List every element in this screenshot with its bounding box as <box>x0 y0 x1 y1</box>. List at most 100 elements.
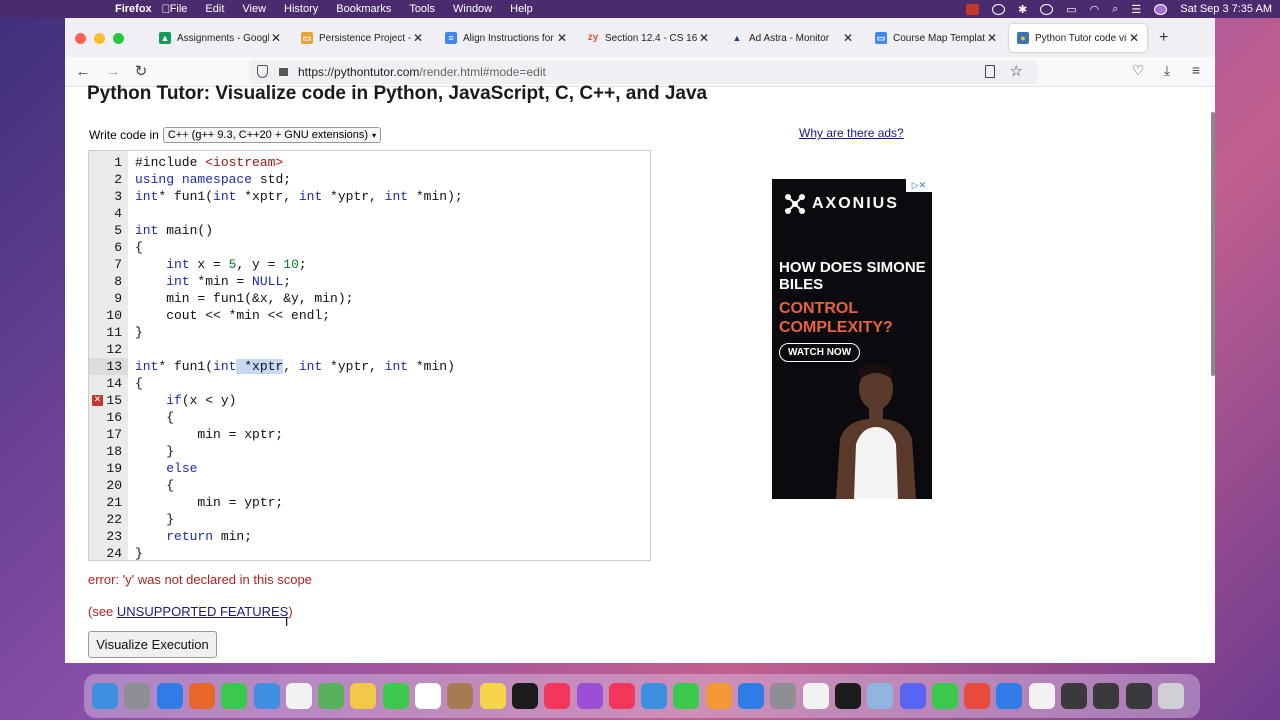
new-tab-icon[interactable]: + <box>1159 29 1168 47</box>
code-line[interactable]: 8 int *min = NULL; <box>89 273 650 290</box>
launchpad-icon[interactable] <box>124 683 151 709</box>
code-line[interactable]: 2 using namespace std; <box>89 171 650 188</box>
code-line[interactable]: 10 cout << *min << endl; <box>89 307 650 324</box>
advertisement[interactable]: ▷✕ AXONIUS HOW DOES SIMONE BILES CONTROL… <box>772 179 932 499</box>
mail-icon[interactable] <box>253 683 280 709</box>
code-line[interactable]: 3 int* fun1(int *xptr, int *yptr, int *mi… <box>89 188 650 205</box>
code-line[interactable]: 15 if(x < y) ✕ <box>89 392 650 409</box>
code-line[interactable]: 20 { <box>89 477 650 494</box>
code-line[interactable]: 11} <box>89 324 650 341</box>
notes-icon[interactable] <box>479 683 506 709</box>
code-line[interactable]: 6{ <box>89 239 650 256</box>
bluetooth-icon[interactable]: ✱ <box>1018 3 1027 16</box>
tab-persistence-project[interactable]: ▭ Persistence Project - To ✕ <box>293 24 431 52</box>
back-icon[interactable]: ← <box>73 62 93 82</box>
trash-icon[interactable] <box>1157 683 1184 709</box>
close-window-button[interactable] <box>75 33 86 44</box>
code-line[interactable]: 14 { <box>89 375 650 392</box>
code-line[interactable]: 1 #include <iostream> <box>89 154 650 171</box>
play-icon[interactable] <box>1040 3 1054 15</box>
code-line[interactable]: 4 <box>89 205 650 222</box>
url-text[interactable]: https://pythontutor.com/render.html#mode… <box>298 65 546 79</box>
screenshot-icon[interactable] <box>1061 683 1087 709</box>
vscode-icon[interactable] <box>996 683 1023 709</box>
news-icon[interactable] <box>608 683 635 709</box>
code-line[interactable]: 21 min = yptr; <box>89 494 650 511</box>
chrome-icon[interactable] <box>964 683 991 709</box>
menu-clock[interactable]: Sat Sep 3 7:35 AM <box>1180 3 1272 15</box>
preview-icon[interactable] <box>867 683 894 709</box>
visualize-execution-button[interactable]: Visualize Execution <box>88 631 217 658</box>
podcasts-icon[interactable] <box>576 683 603 709</box>
code-line[interactable]: 13 int* fun1(int *xptr, int *yptr, int *m… <box>89 358 650 375</box>
document-icon[interactable] <box>1028 683 1055 709</box>
facetime-icon[interactable] <box>382 683 409 709</box>
lock-icon[interactable] <box>279 68 288 76</box>
code-line[interactable]: 17 min = xptr; <box>89 426 650 443</box>
firefox-icon[interactable] <box>188 683 215 709</box>
tracking-protection-icon[interactable] <box>257 65 268 78</box>
calendar-icon[interactable] <box>415 683 441 709</box>
app-store-icon[interactable] <box>738 683 764 709</box>
tab-python-tutor[interactable]: ● Python Tutor code visu ✕ <box>1009 24 1147 52</box>
bookmark-star-icon[interactable]: ☆ <box>1010 62 1023 80</box>
zoom-window-button[interactable] <box>113 33 124 44</box>
unsupported-features-link[interactable]: UNSUPPORTED FEATURES <box>117 604 288 619</box>
grammarly-icon[interactable] <box>991 3 1005 15</box>
code-line[interactable]: 12 <box>89 341 650 358</box>
tab-ad-astra[interactable]: ▲ Ad Astra - Monitor ✕ <box>723 24 861 52</box>
pocket-icon[interactable]: ♡ <box>1128 62 1148 79</box>
code-line[interactable]: 22 } <box>89 511 650 528</box>
downloads-icon[interactable]: ⤓ <box>1157 62 1177 79</box>
photos-icon[interactable] <box>350 683 377 709</box>
close-tab-icon[interactable]: ✕ <box>697 31 711 45</box>
code-line[interactable]: 7 int x = 5, y = 10; <box>89 256 650 273</box>
code-editor[interactable]: 1 #include <iostream> 2 using namespace std… <box>88 150 651 561</box>
code-line[interactable]: 19 else <box>89 460 650 477</box>
minimize-window-button[interactable] <box>94 33 105 44</box>
tab-assignments[interactable]: ▲ Assignments - Google ✕ <box>151 24 289 52</box>
close-tab-icon[interactable]: ✕ <box>985 31 999 45</box>
siri-icon[interactable] <box>1154 3 1168 15</box>
menu-bookmarks[interactable]: Bookmarks <box>327 3 400 15</box>
tab-section-12-4[interactable]: zy Section 12.4 - CS 161A ✕ <box>579 24 717 52</box>
finder-icon[interactable] <box>92 683 118 709</box>
maps-icon[interactable] <box>318 683 345 709</box>
reader-view-icon[interactable] <box>985 65 995 78</box>
monitor-icon[interactable] <box>1093 683 1120 709</box>
menu-app-name[interactable]: Firefox <box>106 3 161 15</box>
wifi-icon[interactable]: ◠ <box>1090 3 1100 16</box>
forward-icon[interactable]: → <box>103 62 123 82</box>
why-ads-link[interactable]: Why are there ads? <box>799 126 904 140</box>
messages-icon[interactable] <box>221 683 248 709</box>
menu-tools[interactable]: Tools <box>400 3 444 15</box>
tab-align-instructions[interactable]: ≡ Align Instructions for P ✕ <box>437 24 575 52</box>
tab-course-map[interactable]: ▭ Course Map Template C ✕ <box>867 24 1005 52</box>
url-bar[interactable]: https://pythontutor.com/render.html#mode… <box>249 60 1037 84</box>
hamburger-menu-icon[interactable]: ≡ <box>1186 62 1206 78</box>
menu-help[interactable]: Help <box>501 3 542 15</box>
safari-icon[interactable] <box>156 683 183 709</box>
control-center-icon[interactable]: ☰ <box>1131 3 1141 16</box>
contacts-icon[interactable] <box>447 683 474 709</box>
code-line[interactable]: 5 int main() <box>89 222 650 239</box>
discord-icon[interactable] <box>899 683 926 709</box>
keynote-icon[interactable] <box>641 683 668 709</box>
menu-edit[interactable]: Edit <box>196 3 233 15</box>
menu-history[interactable]: History <box>275 3 327 15</box>
window-icon[interactable] <box>1125 683 1152 709</box>
pages-icon[interactable] <box>705 683 732 709</box>
music-icon[interactable] <box>544 683 571 709</box>
apple-tv-icon[interactable] <box>511 683 538 709</box>
close-tab-icon[interactable]: ✕ <box>411 31 425 45</box>
code-line[interactable]: 24} <box>89 545 650 560</box>
language-select[interactable]: C++ (g++ 9.3, C++20 + GNU extensions) ▾ <box>162 127 382 143</box>
code-line[interactable]: 18 } <box>89 443 650 460</box>
error-marker-icon[interactable]: ✕ <box>92 395 103 406</box>
menu-view[interactable]: View <box>233 3 275 15</box>
code-line[interactable]: 16 { <box>89 409 650 426</box>
record-icon[interactable] <box>965 3 979 15</box>
close-tab-icon[interactable]: ✕ <box>269 31 283 45</box>
adchoices-icon[interactable]: ▷✕ <box>906 179 932 192</box>
textedit-icon[interactable] <box>802 683 829 709</box>
